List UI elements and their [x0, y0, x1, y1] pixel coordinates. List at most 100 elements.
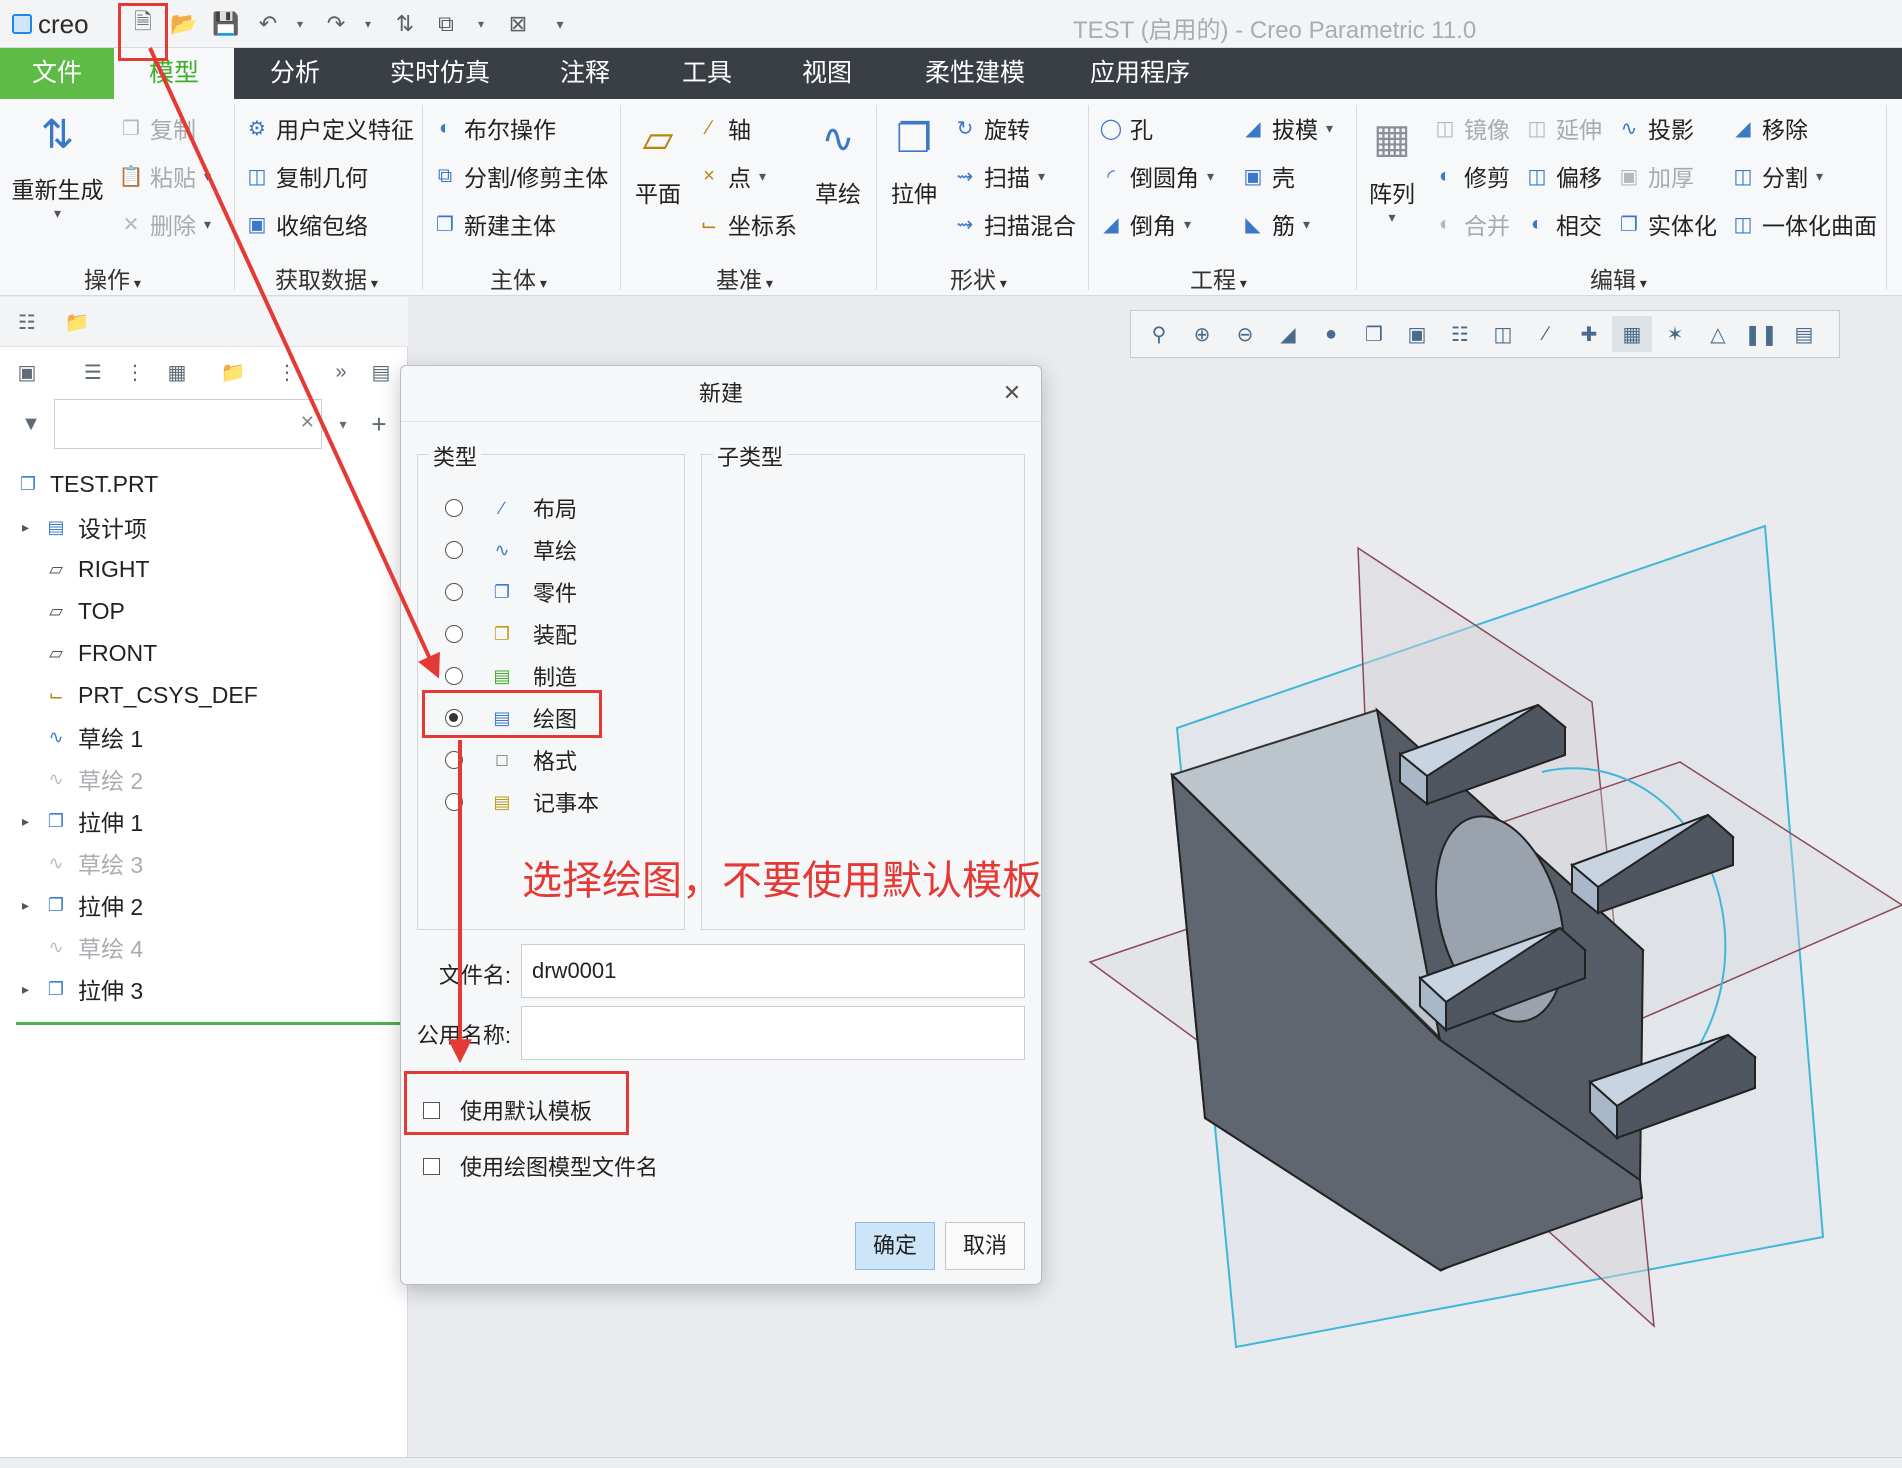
delete-dropdown-icon[interactable]: ▾ [204, 216, 211, 233]
tree-item-extrude-1[interactable]: ❐ 拉伸 1 [44, 804, 143, 838]
tab-analysis[interactable]: 分析 [250, 48, 340, 99]
ok-button[interactable]: 确定 [855, 1222, 935, 1270]
type-option-format[interactable]: □ 格式 [445, 742, 577, 778]
windows-dropdown-icon[interactable]: ▾ [463, 6, 499, 42]
tree-item-top[interactable]: ▱ TOP [44, 594, 125, 628]
radio-assembly[interactable] [445, 625, 463, 643]
tab-file[interactable]: 文件 [0, 48, 114, 99]
extend-button[interactable]: ◫ 延伸 [1524, 111, 1602, 145]
display-icon[interactable]: ▤ [1784, 316, 1824, 352]
regenerate-button[interactable]: ⇅ 重新生成 ▾ [10, 109, 105, 222]
type-option-manufacturing[interactable]: ▤ 制造 [445, 658, 577, 694]
tree-item-sketch-2[interactable]: ∿ 草绘 2 [44, 762, 143, 796]
undo-icon[interactable]: ↶ [250, 6, 286, 42]
filename-input[interactable]: drw0001 [521, 944, 1025, 998]
spin-center-icon[interactable]: ▦ [1612, 316, 1652, 352]
remove-button[interactable]: ◢ 移除 [1730, 111, 1808, 145]
radio-notebook[interactable] [445, 793, 463, 811]
split-dropdown-icon[interactable]: ▾ [1816, 168, 1823, 185]
network-icon[interactable]: ✶ [1655, 316, 1695, 352]
redo-icon[interactable]: ↷ [318, 6, 354, 42]
tree-item-front[interactable]: ▱ FRONT [44, 636, 157, 670]
tree-item-design-items[interactable]: ▤ 设计项 [44, 510, 147, 544]
3d-model-viewport[interactable] [1080, 500, 1902, 1370]
unify-surfaces-button[interactable]: ◫ 一体化曲面 [1730, 207, 1877, 241]
regenerate-dropdown-icon[interactable]: ▾ [10, 205, 105, 222]
swept-blend-button[interactable]: ⇝ 扫描混合 [952, 207, 1076, 241]
windows-icon[interactable]: ⧉ [428, 6, 464, 42]
pattern-dropdown-icon[interactable]: ▾ [1362, 209, 1422, 226]
tree-item-csys[interactable]: ⌙ PRT_CSYS_DEF [44, 678, 257, 712]
perspective-icon[interactable]: ☷ [1440, 316, 1480, 352]
tab-tools[interactable]: 工具 [662, 48, 752, 99]
group-engineering[interactable]: 工程 [1190, 261, 1247, 295]
use-drawing-model-name-option[interactable]: 使用绘图模型文件名 [423, 1150, 658, 1182]
tree-item-sketch-4[interactable]: ∿ 草绘 4 [44, 930, 143, 964]
repaint-icon[interactable]: ◢ [1268, 316, 1308, 352]
tree-filter-input[interactable]: ✕ [54, 399, 322, 449]
cancel-button[interactable]: 取消 [945, 1222, 1025, 1270]
point-button[interactable]: × 点 ▾ [696, 159, 766, 193]
type-option-sketch[interactable]: ∿ 草绘 [445, 532, 577, 568]
extrude-button[interactable]: ❐ 拉伸 [886, 113, 942, 209]
radio-format[interactable] [445, 751, 463, 769]
tab-annotate[interactable]: 注释 [540, 48, 630, 99]
close-window-icon[interactable]: ⊠ [500, 6, 536, 42]
model-tree-view-icon[interactable]: ▣ [12, 357, 42, 387]
axis-button[interactable]: ∕ 轴 [696, 111, 751, 145]
pause-icon[interactable]: ❚❚ [1741, 316, 1781, 352]
sweep-dropdown-icon[interactable]: ▾ [1038, 168, 1045, 185]
group-body[interactable]: 主体 [490, 261, 547, 295]
group-shapes[interactable]: 形状 [950, 261, 1007, 295]
type-option-part[interactable]: ❐ 零件 [445, 574, 577, 610]
mirror-button[interactable]: ◫ 镜像 [1432, 111, 1510, 145]
thicken-button[interactable]: ▣ 加厚 [1616, 159, 1694, 193]
radio-manufacturing[interactable] [445, 667, 463, 685]
new-body-button[interactable]: ❐ 新建主体 [432, 207, 556, 241]
add-filter-icon[interactable]: + [364, 409, 394, 439]
columns-icon[interactable]: ▦ [162, 357, 192, 387]
tree-item-part[interactable]: ❐ TEST.PRT [16, 467, 158, 501]
hole-button[interactable]: ◯ 孔 [1098, 111, 1153, 145]
folder-browser-tab-icon[interactable]: 📁 [62, 307, 92, 337]
tab-flexible-modeling[interactable]: 柔性建模 [905, 48, 1045, 99]
close-icon[interactable]: ✕ [997, 378, 1027, 408]
split-body-button[interactable]: ⧉ 分割/修剪主体 [432, 159, 609, 193]
layers-icon[interactable]: 📁 [218, 357, 248, 387]
offset-button[interactable]: ◫ 偏移 [1524, 159, 1602, 193]
open-folder-icon[interactable]: 📂 [166, 6, 202, 42]
intersect-button[interactable]: ◐ 相交 [1524, 207, 1602, 241]
copy-button[interactable]: ❐ 复制 [118, 111, 196, 145]
regenerate-quick-icon[interactable]: ⇅ [387, 6, 423, 42]
expand-arrow-icon[interactable]: ▸ [22, 897, 29, 914]
filter-options-icon[interactable]: ⋮ [272, 357, 302, 387]
tab-live-simulation[interactable]: 实时仿真 [380, 48, 500, 99]
group-editing[interactable]: 编辑 [1590, 261, 1647, 295]
revolve-button[interactable]: ↻ 旋转 [952, 111, 1030, 145]
project-button[interactable]: ∿ 投影 [1616, 111, 1694, 145]
view-manager-icon[interactable]: ▣ [1397, 316, 1437, 352]
zoom-in-icon[interactable]: ⊕ [1182, 316, 1222, 352]
use-drawing-model-name-checkbox[interactable] [423, 1157, 440, 1175]
type-option-layout[interactable]: ∕ 布局 [445, 490, 577, 526]
type-option-notebook[interactable]: ▤ 记事本 [445, 784, 599, 820]
expand-arrow-icon[interactable]: ▸ [22, 813, 29, 830]
paste-button[interactable]: 📋 粘贴 ▾ [118, 159, 211, 193]
pattern-button[interactable]: ▦ 阵列 ▾ [1362, 113, 1422, 226]
expand-arrow-icon[interactable]: ▸ [22, 981, 29, 998]
clear-filter-icon[interactable]: ✕ [300, 412, 315, 433]
rib-dropdown-icon[interactable]: ▾ [1303, 216, 1310, 233]
copy-geometry-button[interactable]: ◫ 复制几何 [244, 159, 368, 193]
round-button[interactable]: ◜ 倒圆角 ▾ [1098, 159, 1214, 193]
group-datum[interactable]: 基准 [716, 261, 773, 295]
more-chevron-icon[interactable]: » [326, 357, 356, 387]
radio-sketch[interactable] [445, 541, 463, 559]
tree-item-extrude-2[interactable]: ❐ 拉伸 2 [44, 888, 143, 922]
annotation-display-icon[interactable]: ✚ [1569, 316, 1609, 352]
sweep-button[interactable]: ⇝ 扫描 ▾ [952, 159, 1045, 193]
tree-item-sketch-3[interactable]: ∿ 草绘 3 [44, 846, 143, 880]
point-dropdown-icon[interactable]: ▾ [759, 168, 766, 185]
chamfer-button[interactable]: ◢ 倒角 ▾ [1098, 207, 1191, 241]
appearance-icon[interactable]: △ [1698, 316, 1738, 352]
rib-button[interactable]: ◣ 筋 ▾ [1240, 207, 1310, 241]
